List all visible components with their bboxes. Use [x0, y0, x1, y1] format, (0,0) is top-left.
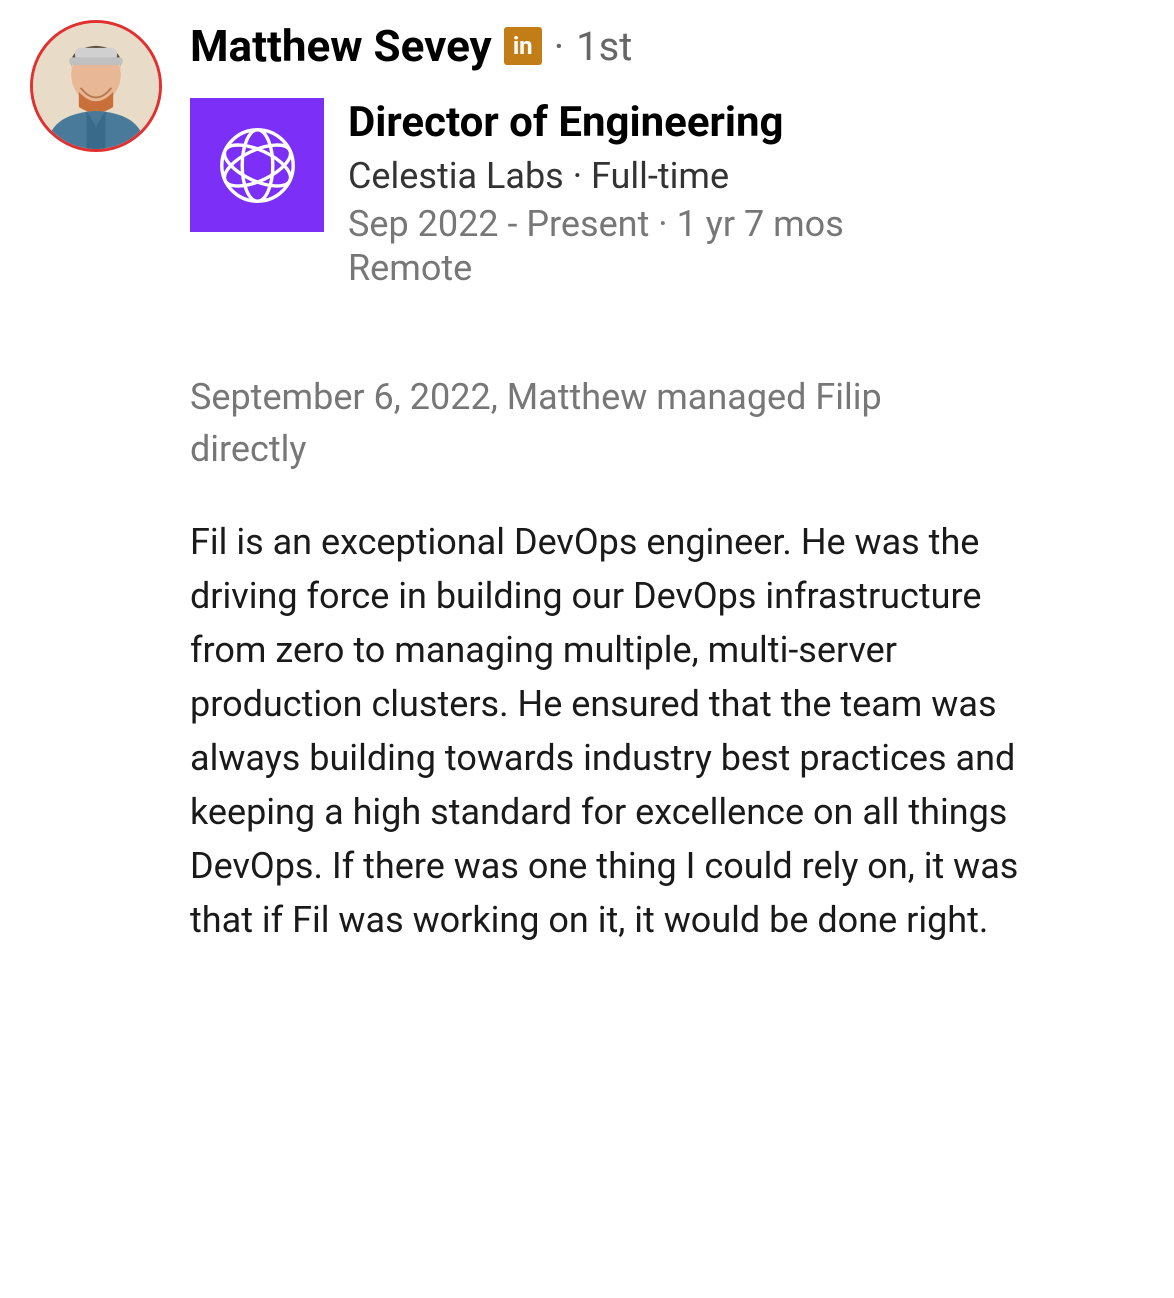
- location: Remote: [348, 247, 1144, 289]
- separator-dot: ·: [658, 203, 667, 245]
- company-name: Celestia Labs: [348, 155, 564, 197]
- relationship-context: September 6, 2022, Matthew managed Filip…: [190, 371, 890, 475]
- employment-type: Full-time: [591, 155, 729, 197]
- recommender-avatar[interactable]: [30, 20, 162, 152]
- celestia-logo-icon: [215, 123, 300, 208]
- position-info: Director of Engineering Celestia Labs · …: [348, 98, 1144, 291]
- position-block: Director of Engineering Celestia Labs · …: [190, 98, 1144, 291]
- linkedin-icon[interactable]: in: [504, 27, 542, 65]
- recommender-name[interactable]: Matthew Sevey: [190, 20, 492, 72]
- connection-degree: 1st: [576, 23, 632, 70]
- company-logo[interactable]: [190, 98, 324, 232]
- separator-dot: ·: [573, 155, 582, 197]
- job-title: Director of Engineering: [348, 98, 1144, 147]
- duration: 1 yr 7 mos: [677, 203, 844, 245]
- separator-dot: ·: [554, 23, 564, 70]
- recommender-name-row: Matthew Sevey in · 1st: [190, 20, 1144, 72]
- avatar-image: [33, 23, 159, 149]
- date-range: Sep 2022 - Present: [348, 203, 649, 245]
- recommendation-main: Matthew Sevey in · 1st Director of Engin…: [190, 20, 1144, 947]
- company-line: Celestia Labs · Full-time: [348, 155, 1144, 197]
- date-line: Sep 2022 - Present · 1 yr 7 mos: [348, 203, 1144, 245]
- recommendation-card: Matthew Sevey in · 1st Director of Engin…: [30, 20, 1144, 947]
- recommendation-text: Fil is an exceptional DevOps engineer. H…: [190, 515, 1020, 947]
